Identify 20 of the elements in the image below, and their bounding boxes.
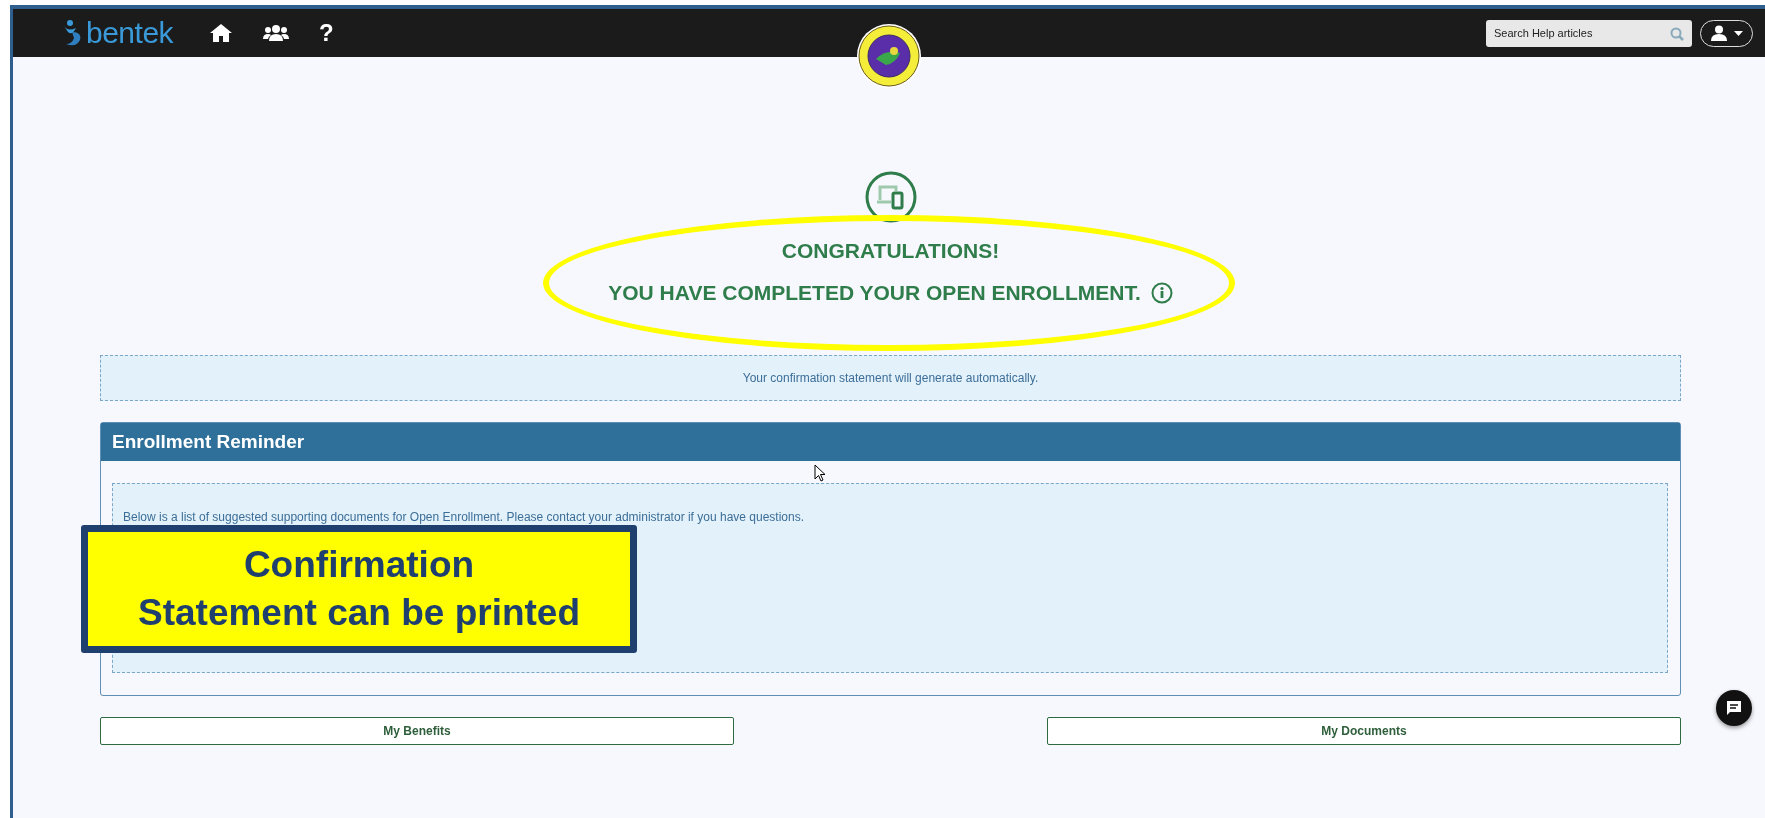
- congratulations-heading: CONGRATULATIONS!: [781, 239, 1000, 263]
- devices-icon: [864, 171, 917, 223]
- bentek-logo[interactable]: bentek: [58, 16, 174, 50]
- nav-button[interactable]: My Benefits: [100, 717, 734, 745]
- chat-icon: [1726, 700, 1742, 716]
- info-icon[interactable]: [1150, 282, 1173, 304]
- seal-logo: [856, 23, 922, 89]
- user-icon: [1710, 25, 1728, 41]
- cursor-icon: [814, 464, 826, 482]
- people-icon[interactable]: [263, 24, 290, 42]
- callout-label: Confirmation Statement can be printed: [81, 525, 637, 653]
- panel-title: Enrollment Reminder: [101, 423, 1680, 461]
- help-link[interactable]: ?: [319, 19, 334, 47]
- chat-button[interactable]: [1716, 690, 1752, 726]
- caret-icon: [1734, 30, 1743, 36]
- nav-button[interactable]: My Documents: [1047, 717, 1681, 745]
- home-icon[interactable]: [209, 23, 234, 43]
- search-field[interactable]: Search Help articles: [1486, 19, 1692, 47]
- notice-text: Your confirmation statement will generate automatically.: [100, 355, 1681, 401]
- completion-message: YOU HAVE COMPLETED YOUR OPEN ENROLLMENT.: [608, 281, 1141, 305]
